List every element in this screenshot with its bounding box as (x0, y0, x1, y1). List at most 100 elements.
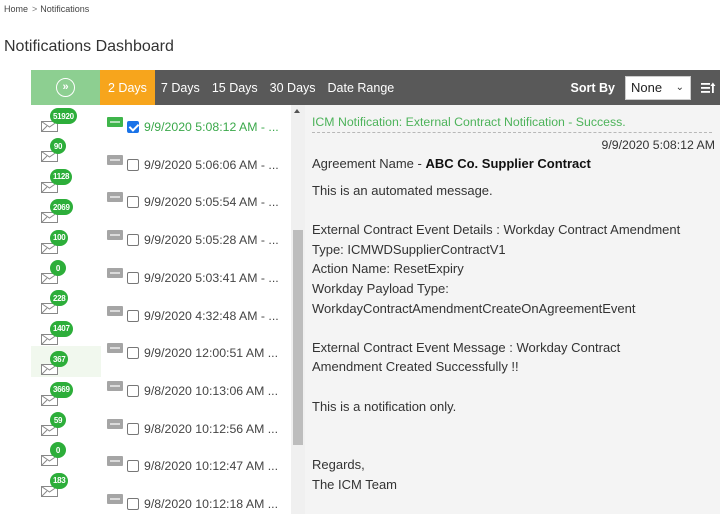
breadcrumb-current: Notifications (40, 4, 90, 14)
sidebar-item[interactable]: 3669 (31, 377, 101, 407)
sort-order-icon[interactable] (700, 80, 716, 96)
sidebar-item[interactable]: 1407 (31, 316, 101, 346)
breadcrumb-separator: > (32, 4, 38, 14)
breadcrumb: Home > Notifications (4, 4, 89, 14)
count-badge: 90 (50, 138, 66, 155)
count-badge: 0 (50, 442, 66, 459)
message-body-line: Regards, (312, 457, 365, 473)
tab-15-days[interactable]: 15 Days (206, 70, 264, 105)
agreement-value: ABC Co. Supplier Contract (425, 156, 591, 171)
message-body-line: External Contract Event Details : Workda… (312, 222, 681, 238)
row-checkbox[interactable] (127, 121, 139, 133)
count-badge: 228 (50, 290, 69, 307)
notification-subject: ICM Notification: External Contract Noti… (312, 115, 712, 133)
sort-by-label: Sort By (570, 80, 615, 95)
message-body-line: Type: ICMWDSupplierContractV1 (312, 241, 506, 257)
message-type-icon (107, 230, 123, 241)
row-checkbox[interactable] (127, 271, 139, 284)
row-timestamp: 9/8/2020 10:12:18 AM ... (144, 497, 278, 511)
row-timestamp: 9/9/2020 5:08:12 AM - ... (144, 120, 279, 134)
message-type-icon (107, 305, 123, 316)
notification-row[interactable]: 9/8/2020 10:12:47 AM ... (101, 444, 291, 482)
sidebar-item[interactable]: 2069 (31, 194, 101, 224)
sidebar-item[interactable]: 1128 (31, 164, 101, 194)
sort-by-value: None (631, 80, 663, 95)
message-body-line: This is an automated message. (312, 183, 493, 198)
category-sidebar: 51920 90 1128 2069 100 0 228 1407 367 3669 59 0 183 (31, 105, 101, 514)
row-timestamp: 9/9/2020 5:05:54 AM - ... (144, 195, 279, 210)
agreement-name: Agreement Name - ABC Co. Supplier Contra… (312, 156, 591, 171)
row-checkbox[interactable] (127, 234, 139, 247)
notification-date: 9/9/2020 5:08:12 AM (601, 138, 716, 152)
tab-7-days[interactable]: 7 Days (155, 70, 206, 105)
row-timestamp: 9/8/2020 10:12:47 AM ... (144, 459, 278, 474)
notification-row[interactable]: 9/9/2020 5:05:54 AM - ... (101, 180, 291, 218)
row-checkbox[interactable] (127, 158, 139, 171)
row-checkbox[interactable] (127, 384, 139, 397)
count-badge: 367 (50, 351, 69, 368)
sidebar-item[interactable]: 228 (31, 285, 101, 315)
list-scrollbar[interactable] (291, 105, 305, 514)
count-badge: 100 (50, 229, 69, 246)
notification-row[interactable]: 9/9/2020 5:08:12 AM - ... (101, 105, 291, 143)
message-type-icon (107, 267, 123, 278)
message-body-line: External Contract Event Message : Workda… (312, 339, 621, 355)
scroll-up-arrow-icon[interactable] (294, 109, 300, 113)
message-body-line: Workday Payload Type: (312, 281, 449, 296)
notification-row[interactable]: 9/8/2020 10:13:06 AM ... (101, 369, 291, 407)
row-checkbox[interactable] (127, 309, 139, 322)
filter-toolbar: » 2 Days 7 Days 15 Days 30 Days Date Ran… (31, 70, 720, 105)
row-checkbox[interactable] (127, 347, 139, 360)
count-badge: 183 (50, 472, 69, 489)
message-type-icon (107, 380, 123, 391)
message-type-icon (107, 494, 123, 504)
sidebar-item[interactable]: 0 (31, 437, 101, 467)
message-type-icon (107, 154, 123, 165)
count-badge: 51920 (50, 108, 77, 124)
row-timestamp: 9/8/2020 10:13:06 AM ... (144, 383, 278, 398)
message-body-line: Action Name: ResetExpiry (312, 261, 464, 277)
tab-30-days[interactable]: 30 Days (264, 70, 322, 105)
notification-row[interactable]: 9/9/2020 5:03:41 AM - ... (101, 256, 291, 294)
message-type-icon (107, 456, 123, 467)
row-checkbox[interactable] (127, 498, 139, 510)
notification-row[interactable]: 9/8/2020 10:12:18 AM ... (101, 482, 291, 514)
notification-detail: ICM Notification: External Contract Noti… (305, 105, 720, 514)
message-type-icon (107, 418, 123, 429)
row-timestamp: 9/9/2020 5:03:41 AM - ... (144, 270, 279, 285)
notification-row[interactable]: 9/9/2020 5:06:06 AM - ... (101, 143, 291, 181)
row-timestamp: 9/9/2020 5:05:28 AM - ... (144, 233, 279, 248)
count-badge: 3669 (50, 381, 73, 398)
message-type-icon (107, 192, 123, 203)
notification-row[interactable]: 9/9/2020 12:00:51 AM ... (101, 331, 291, 369)
expand-sidebar-button[interactable]: » (31, 70, 100, 105)
sidebar-item[interactable]: 0 (31, 255, 101, 285)
sidebar-item[interactable]: 100 (31, 225, 101, 255)
row-checkbox[interactable] (127, 196, 139, 209)
scroll-thumb[interactable] (293, 230, 303, 445)
notification-list: 9/9/2020 5:08:12 AM - ... 9/9/2020 5:06:0… (101, 105, 291, 514)
tab-date-range[interactable]: Date Range (322, 70, 401, 105)
message-type-icon (107, 343, 123, 354)
sidebar-item[interactable]: 90 (31, 133, 101, 163)
sidebar-item[interactable]: 59 (31, 407, 101, 437)
row-checkbox[interactable] (127, 422, 139, 435)
message-body-line: WorkdayContractAmendmentCreateOnAgreemen… (312, 300, 636, 316)
breadcrumb-home[interactable]: Home (4, 4, 28, 14)
notification-row[interactable]: 9/8/2020 10:12:56 AM ... (101, 407, 291, 445)
sidebar-item[interactable]: 51920 (31, 103, 101, 133)
count-badge: 1407 (50, 320, 73, 337)
message-body-line: Amendment Created Successfully !! (312, 359, 519, 375)
notification-row[interactable]: 9/9/2020 4:32:48 AM - ... (101, 294, 291, 332)
sort-by-select[interactable]: None ⌄ (625, 75, 691, 100)
count-badge: 2069 (50, 199, 73, 216)
sidebar-item[interactable]: 183 (31, 468, 101, 498)
tab-2-days[interactable]: 2 Days (100, 70, 155, 105)
agreement-label: Agreement Name - (312, 156, 426, 171)
sidebar-item[interactable]: 367 (31, 346, 101, 377)
row-checkbox[interactable] (127, 460, 139, 473)
count-badge: 1128 (50, 168, 73, 185)
notification-row[interactable]: 9/9/2020 5:05:28 AM - ... (101, 218, 291, 256)
row-timestamp: 9/8/2020 10:12:56 AM ... (144, 421, 278, 436)
message-body-line: The ICM Team (312, 477, 398, 492)
